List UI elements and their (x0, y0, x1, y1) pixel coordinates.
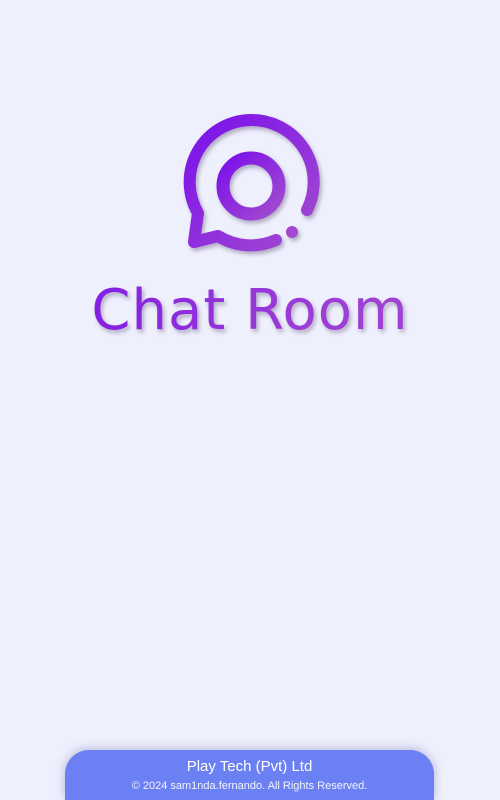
footer: Play Tech (Pvt) Ltd © 2024 sam1nda.ferna… (65, 750, 434, 800)
company-name: Play Tech (Pvt) Ltd (186, 758, 313, 775)
app-title: Chat Room (0, 278, 500, 344)
copyright-text: © 2024 sam1nda.fernando. All Rights Rese… (131, 780, 368, 792)
chat-bubble-at-icon (176, 112, 326, 262)
